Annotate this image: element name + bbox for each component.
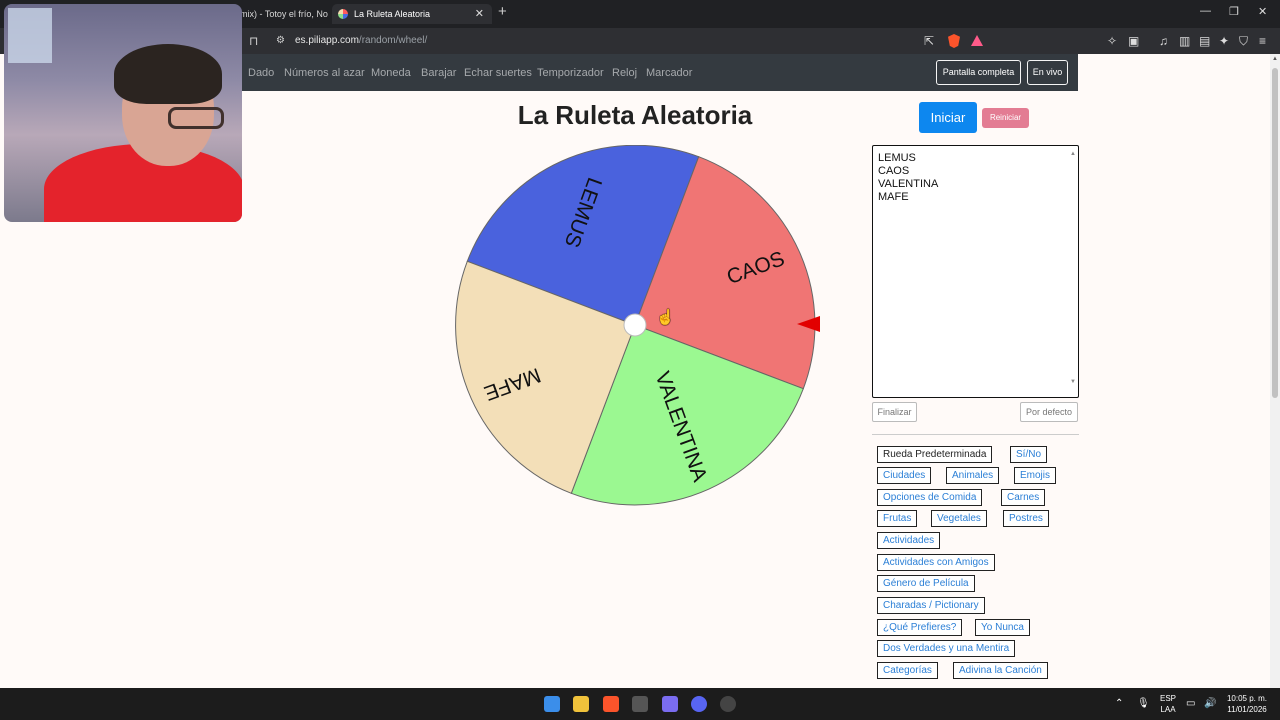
page-title: La Ruleta Aleatoria <box>517 100 753 130</box>
file-explorer-icon[interactable] <box>573 696 589 712</box>
screenshot-icon[interactable]: ▣ <box>1128 33 1139 49</box>
minimize-icon[interactable]: — <box>1200 5 1211 17</box>
brave-rewards-icon[interactable] <box>971 35 983 46</box>
divider <box>872 434 1079 435</box>
preset-animals[interactable]: Animales <box>946 467 1000 484</box>
webcam-person-glasses <box>168 107 224 129</box>
language-bottom[interactable]: LAA <box>1158 705 1178 715</box>
webcam-person-hair <box>114 44 222 104</box>
wallet-icon[interactable]: ▤ <box>1199 33 1210 49</box>
discord-icon[interactable] <box>691 696 707 712</box>
scroll-up-icon[interactable]: ▲ <box>1272 56 1278 62</box>
name-entry: VALENTINA <box>878 178 939 190</box>
vpn-shield-icon[interactable]: ⛉ <box>1239 33 1248 49</box>
preset-never-have-i[interactable]: Yo Nunca <box>975 619 1030 636</box>
wheel-pointer-icon <box>797 316 820 332</box>
windows-start-icon[interactable] <box>544 696 560 712</box>
microphone-icon[interactable]: 🎙 <box>1137 699 1150 709</box>
wheel-center-hub <box>623 313 647 337</box>
preset-fruits[interactable]: Frutas <box>877 510 918 527</box>
tab-active-title: La Ruleta Aleatoria <box>354 9 431 19</box>
leo-ai-icon[interactable]: ✦ <box>1219 33 1229 49</box>
preset-activities-friends[interactable]: Actividades con Amigos <box>877 554 995 571</box>
textarea-scroll-down-icon[interactable]: ▼ <box>1070 376 1076 389</box>
restore-icon[interactable]: ❐ <box>1229 5 1239 18</box>
wheel-favicon-icon <box>338 9 348 19</box>
brave-shields-icon[interactable] <box>948 34 960 48</box>
game-icon[interactable] <box>662 696 678 712</box>
nav-link-numeros[interactable]: Números al azar <box>284 66 365 80</box>
start-button[interactable]: Iniciar <box>919 102 977 133</box>
name-entry: LEMUS <box>878 152 916 164</box>
network-icon[interactable]: ▭ <box>1186 699 1195 709</box>
nav-link-echar-suertes[interactable]: Echar suertes <box>464 66 532 80</box>
reset-button[interactable]: Reiniciar <box>982 108 1029 128</box>
nav-link-moneda[interactable]: Moneda <box>371 66 411 80</box>
default-button[interactable]: Por defecto <box>1020 402 1078 422</box>
menu-icon[interactable]: ≡ <box>1259 33 1266 49</box>
clock-time[interactable]: 10:05 p. m. <box>1222 694 1272 704</box>
preset-food[interactable]: Opciones de Comida <box>877 489 983 506</box>
clock-date[interactable]: 11/01/2026 <box>1222 705 1272 715</box>
names-textarea[interactable]: LEMUS CAOS VALENTINA MAFE ▲ ▼ <box>872 145 1079 398</box>
close-window-icon[interactable]: ✕ <box>1258 5 1267 18</box>
url-path: /random/wheel/ <box>358 35 428 46</box>
webcam-overlay <box>4 4 242 222</box>
live-button[interactable]: En vivo <box>1027 60 1068 85</box>
preset-guess-song[interactable]: Adivina la Canción <box>953 662 1048 679</box>
preset-emojis[interactable]: Emojis <box>1014 467 1057 484</box>
name-entry: CAOS <box>878 165 910 177</box>
preset-two-truths[interactable]: Dos Verdades y una Mentira <box>877 640 1016 657</box>
url-field[interactable]: es.piliapp.com/random/wheel/ <box>295 33 427 49</box>
preset-cities[interactable]: Ciudades <box>877 467 932 484</box>
scrollbar-thumb[interactable] <box>1272 68 1278 398</box>
close-tab-icon[interactable]: ✕ <box>475 4 484 24</box>
extensions-icon[interactable]: ✧ <box>1107 33 1117 49</box>
store-icon[interactable] <box>632 696 648 712</box>
share-icon[interactable]: ⇱ <box>924 33 934 49</box>
preset-desserts[interactable]: Postres <box>1003 510 1049 527</box>
name-entry: MAFE <box>878 191 909 203</box>
preset-meats[interactable]: Carnes <box>1001 489 1046 506</box>
preset-vegetables[interactable]: Vegetales <box>931 510 987 527</box>
fullscreen-button[interactable]: Pantalla completa <box>936 60 1021 85</box>
language-top[interactable]: ESP <box>1158 694 1178 704</box>
tray-chevron-icon[interactable]: ⌃ <box>1115 699 1123 709</box>
hand-cursor-icon: ☝ <box>656 309 675 326</box>
preset-activities[interactable]: Actividades <box>877 532 941 549</box>
preset-charades[interactable]: Charadas / Pictionary <box>877 597 985 614</box>
new-tab-icon[interactable]: + <box>498 3 507 20</box>
finish-button[interactable]: Finalizar <box>872 402 917 422</box>
preset-yes-no[interactable]: Sí/No <box>1010 446 1048 463</box>
preset-categories[interactable]: Categorías <box>877 662 938 679</box>
nav-link-dado[interactable]: Dado <box>248 66 274 80</box>
nav-link-reloj[interactable]: Reloj <box>612 66 637 80</box>
nav-link-barajar[interactable]: Barajar <box>421 66 456 80</box>
tab-active[interactable]: La Ruleta Aleatoria ✕ <box>332 4 492 24</box>
music-icon[interactable]: ♫ <box>1159 33 1168 49</box>
preset-movie-genre[interactable]: Género de Película <box>877 575 975 592</box>
preset-default-wheel[interactable]: Rueda Predeterminada <box>877 446 993 463</box>
tab-previous[interactable]: mix) - Totoy el frío, No <box>240 4 328 24</box>
webcam-background-window <box>8 8 52 63</box>
obs-icon[interactable] <box>720 696 736 712</box>
nav-link-marcador[interactable]: Marcador <box>646 66 692 80</box>
preset-would-you-rather[interactable]: ¿Qué Prefieres? <box>877 619 963 636</box>
site-navbar: Dado Números al azar Moneda Barajar Echa… <box>240 54 1078 91</box>
bookmark-icon[interactable]: ⊓ <box>249 33 258 49</box>
nav-link-temporizador[interactable]: Temporizador <box>537 66 604 80</box>
spin-wheel[interactable]: LEMUS CAOS VALENTINA MAFE <box>455 145 817 507</box>
site-settings-icon[interactable]: ⚙ <box>276 33 285 49</box>
volume-icon[interactable]: 🔊 <box>1204 699 1216 709</box>
sidebar-icon[interactable]: ▥ <box>1179 33 1190 49</box>
brave-browser-icon[interactable] <box>603 696 619 712</box>
windows-taskbar: ⌃ 🎙 ESP LAA ▭ 🔊 10:05 p. m. 11/01/2026 <box>0 688 1280 720</box>
url-domain: es.piliapp.com <box>295 35 359 46</box>
textarea-scroll-up-icon[interactable]: ▲ <box>1070 148 1076 161</box>
page-scrollbar[interactable]: ▲ <box>1270 54 1280 688</box>
